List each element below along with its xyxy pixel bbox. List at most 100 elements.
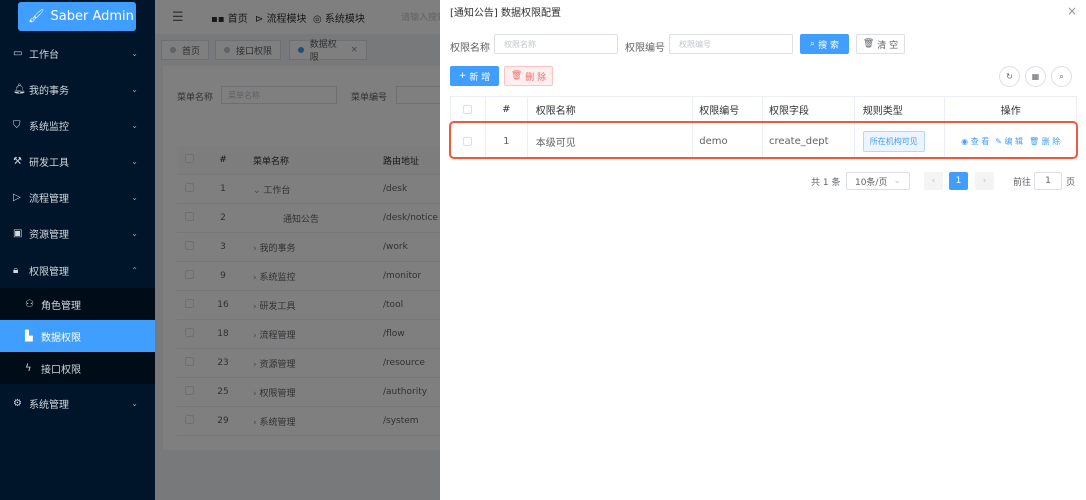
delete-link[interactable]: 🗑︎ 删 除 bbox=[1029, 136, 1060, 147]
brush-icon: 🖌 bbox=[28, 9, 45, 24]
search-icon: ⌕ bbox=[810, 39, 816, 49]
chevron-down-icon: ⌄ bbox=[131, 228, 138, 238]
add-button[interactable]: + 新 增 bbox=[450, 66, 499, 86]
lock-icon: 🔒︎ bbox=[13, 264, 19, 276]
sidebar-item-label: 资源管理 bbox=[29, 229, 69, 241]
sidebar-item-label: 我的事务 bbox=[29, 85, 69, 97]
row-checkbox[interactable] bbox=[451, 123, 486, 159]
trash-icon: 🗑︎ bbox=[510, 71, 523, 81]
drawer-title: [通知公告] 数据权限配置 bbox=[450, 8, 561, 19]
row-scope-type-cell: 所在机构可见 bbox=[855, 123, 946, 159]
prev-page-button[interactable]: ‹ bbox=[924, 172, 943, 190]
search-button-label: 搜 索 bbox=[818, 40, 839, 51]
chevron-down-icon: ⌄ bbox=[893, 176, 902, 186]
data-scope-drawer: [通知公告] 数据权限配置 × 权限名称 权限名称 权限编号 权限编号 ⌕ 搜 … bbox=[440, 0, 1086, 500]
sidebar-item-label: 流程管理 bbox=[29, 193, 69, 205]
sidebar-subitem-data-scope[interactable]: ▙ 数据权限 bbox=[0, 320, 155, 352]
row-actions: ◉ 查 看 ✎ 编 辑 🗑︎ 删 除 bbox=[945, 123, 1076, 159]
page-size-value: 10条/页 bbox=[854, 177, 888, 188]
scope-table: # 权限名称 权限编号 权限字段 规则类型 操作 1 本级可见 demo cre… bbox=[450, 96, 1077, 160]
edit-link[interactable]: ✎ 编 辑 bbox=[995, 136, 1023, 147]
table-row[interactable]: 1 本级可见 demo create_dept 所在机构可见 ◉ 查 看 ✎ 编… bbox=[451, 123, 1076, 159]
chevron-down-icon: ⌄ bbox=[131, 48, 138, 58]
bell-icon: 🔔︎ bbox=[13, 83, 26, 95]
sidebar-item-label: 工作台 bbox=[29, 49, 59, 61]
chart-icon: ▙ bbox=[25, 330, 33, 342]
col-header-index: # bbox=[486, 97, 528, 122]
scope-name-label: 权限名称 bbox=[450, 43, 490, 54]
page-size-select[interactable]: 10条/页 ⌄ bbox=[846, 172, 910, 190]
folder-icon: ▣ bbox=[13, 227, 23, 239]
columns-icon[interactable]: ▦ bbox=[1025, 66, 1046, 87]
scope-code-input[interactable]: 权限编号 bbox=[669, 34, 793, 54]
chevron-up-icon: ⌃ bbox=[131, 265, 138, 275]
shield-icon: ⛉ bbox=[13, 119, 21, 131]
chevron-down-icon: ⌄ bbox=[131, 156, 138, 166]
chevron-down-icon: ⌄ bbox=[131, 192, 138, 202]
table-header: # 权限名称 权限编号 权限字段 规则类型 操作 bbox=[451, 97, 1076, 123]
clear-button[interactable]: 🗑︎ 清 空 bbox=[856, 34, 905, 54]
pagination-total: 共 1 条 bbox=[811, 177, 841, 188]
trash-icon: 🗑︎ bbox=[1029, 136, 1040, 146]
user-icon: ⚇ bbox=[25, 298, 34, 310]
sidebar-item-label: 研发工具 bbox=[29, 157, 69, 169]
scope-type-tag: 所在机构可见 bbox=[862, 130, 925, 152]
plus-icon: + bbox=[458, 71, 467, 81]
col-header-scope-code: 权限编号 bbox=[693, 97, 763, 122]
col-header-scope-field: 权限字段 bbox=[763, 97, 855, 122]
app-title: Saber Admin bbox=[50, 9, 134, 24]
page-number-current[interactable]: 1 bbox=[949, 172, 968, 190]
monitor-icon: ▭ bbox=[13, 47, 23, 59]
delete-button[interactable]: 🗑︎ 删 除 bbox=[504, 66, 553, 86]
sidebar-item-system[interactable]: ⚙ 系统管理 ⌄ bbox=[0, 387, 155, 419]
sidebar-item-label: 系统管理 bbox=[29, 399, 69, 411]
trash-icon: 🗑︎ bbox=[862, 39, 875, 49]
sidebar-subitem-label: 角色管理 bbox=[41, 300, 81, 312]
sidebar-subitem-label: 接口权限 bbox=[41, 364, 81, 376]
delete-button-label: 删 除 bbox=[525, 72, 547, 83]
sidebar-subitem-label: 数据权限 bbox=[41, 332, 81, 344]
scope-name-input[interactable]: 权限名称 bbox=[494, 34, 618, 54]
add-button-label: 新 增 bbox=[469, 72, 491, 83]
close-icon[interactable]: × bbox=[1067, 4, 1077, 18]
plug-icon: ϟ bbox=[25, 362, 32, 374]
sidebar-item-flow[interactable]: ▷ 流程管理 ⌄ bbox=[0, 181, 155, 213]
goto-label: 前往 bbox=[1013, 177, 1032, 188]
sidebar-item-monitor[interactable]: ⛉ 系统监控 ⌄ bbox=[0, 109, 155, 141]
col-header-scope-name: 权限名称 bbox=[528, 97, 694, 122]
sidebar-subitem-api-scope[interactable]: ϟ 接口权限 bbox=[0, 352, 155, 384]
chevron-down-icon: ⌄ bbox=[131, 84, 138, 94]
edit-icon: ✎ bbox=[995, 136, 1002, 146]
select-all-checkbox[interactable] bbox=[451, 97, 486, 122]
gear-icon: ⚙ bbox=[13, 397, 22, 409]
send-icon: ▷ bbox=[13, 191, 21, 203]
refresh-icon[interactable]: ↻ bbox=[999, 66, 1020, 87]
sidebar-item-resource[interactable]: ▣ 资源管理 ⌄ bbox=[0, 217, 155, 249]
row-scope-code: demo bbox=[693, 123, 763, 159]
sidebar-item-label: 系统监控 bbox=[29, 121, 69, 133]
next-page-button[interactable]: › bbox=[975, 172, 994, 190]
sidebar-subitem-role[interactable]: ⚇ 角色管理 bbox=[0, 288, 155, 320]
sidebar-item-tool[interactable]: ⚒ 研发工具 ⌄ bbox=[0, 145, 155, 177]
sidebar: 🖌 Saber Admin ▭ 工作台 ⌄ 🔔︎ 我的事务 ⌄ ⛉ 系统监控 ⌄… bbox=[0, 0, 155, 500]
scope-code-label: 权限编号 bbox=[625, 43, 665, 54]
chevron-down-icon: ⌄ bbox=[131, 120, 138, 130]
sidebar-item-label: 权限管理 bbox=[29, 266, 69, 278]
col-header-actions: 操作 bbox=[1000, 106, 1021, 117]
view-link-label: 查 看 bbox=[970, 136, 990, 146]
sidebar-item-work[interactable]: 🔔︎ 我的事务 ⌄ bbox=[0, 73, 155, 105]
search-button[interactable]: ⌕ 搜 索 bbox=[800, 34, 849, 54]
col-header-scope-type: 规则类型 bbox=[855, 97, 946, 122]
row-index: 1 bbox=[486, 123, 528, 159]
sidebar-item-authority[interactable]: 🔒︎ 权限管理 ⌃ bbox=[0, 254, 155, 286]
row-scope-name: 本级可见 bbox=[528, 123, 694, 159]
search-toggle-icon[interactable]: ⌕ bbox=[1051, 66, 1072, 87]
goto-page-input[interactable]: 1 bbox=[1034, 172, 1062, 190]
page-unit-label: 页 bbox=[1066, 177, 1076, 188]
delete-link-label: 删 除 bbox=[1041, 136, 1061, 146]
app-logo[interactable]: 🖌 Saber Admin bbox=[18, 2, 136, 31]
view-link[interactable]: ◉ 查 看 bbox=[961, 136, 989, 147]
eye-icon: ◉ bbox=[961, 136, 969, 146]
clear-button-label: 清 空 bbox=[877, 40, 899, 51]
sidebar-item-desk[interactable]: ▭ 工作台 ⌄ bbox=[0, 37, 155, 69]
